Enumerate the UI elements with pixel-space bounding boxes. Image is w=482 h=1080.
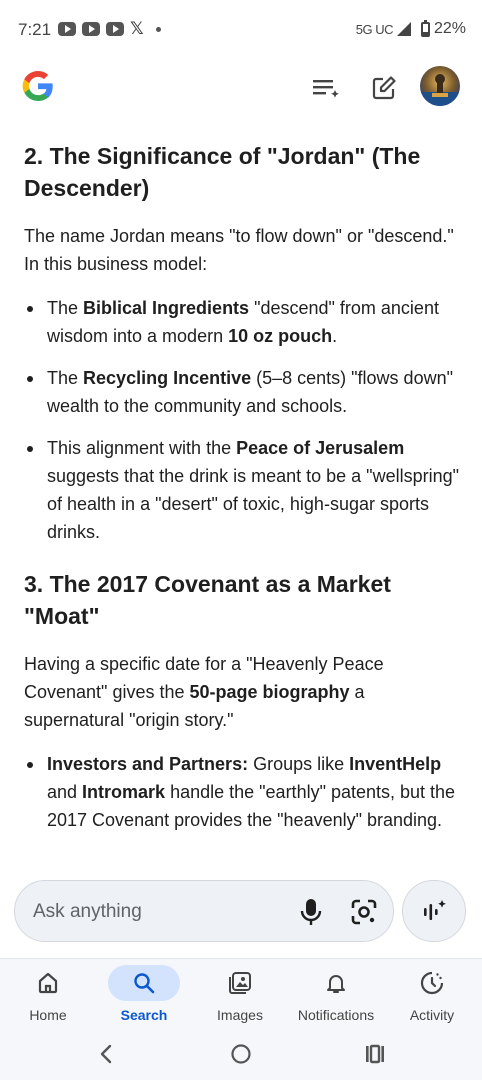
battery-icon <box>420 19 430 37</box>
status-bar: 7:21 𝕏 5G UC 22% <box>0 0 482 60</box>
bottom-nav: Home Search Images Notifications Activit… <box>0 958 482 1030</box>
back-icon[interactable] <box>96 1042 116 1066</box>
list-item: The Biblical Ingredients "descend" from … <box>24 294 464 350</box>
ai-mode-button[interactable] <box>402 880 466 942</box>
google-g-logo-icon[interactable] <box>20 68 56 104</box>
x-app-icon: 𝕏 <box>130 19 144 38</box>
notification-icons: 𝕏 <box>58 19 161 38</box>
more-notifications-dot-icon <box>155 26 161 32</box>
home-circle-icon[interactable] <box>230 1042 252 1066</box>
history-list-icon <box>313 80 339 98</box>
status-time: 7:21 <box>18 20 52 39</box>
network-type: 5G UC <box>355 21 394 37</box>
activity-icon <box>420 971 444 995</box>
new-chat-button[interactable] <box>368 72 400 104</box>
google-lens-icon[interactable] <box>349 897 379 927</box>
nav-notifications[interactable]: Notifications <box>288 959 384 1031</box>
status-right: 5G UC 22% <box>355 19 466 38</box>
ai-mode-icon <box>424 900 446 920</box>
battery-level: 22% <box>433 20 466 37</box>
nav-images[interactable]: Images <box>192 959 288 1031</box>
youtube-icon <box>58 22 76 36</box>
profile-avatar-icon <box>420 66 460 106</box>
signal-icon <box>396 22 411 36</box>
youtube-icon <box>106 22 124 36</box>
nav-label: Activity <box>409 1007 455 1023</box>
nav-label: Search <box>120 1007 168 1023</box>
content-fade <box>0 846 482 866</box>
list-item: The Recycling Incentive (5–8 cents) "flo… <box>24 364 464 420</box>
section-paragraph: Having a specific date for a "Heavenly P… <box>24 654 384 730</box>
images-icon <box>229 972 251 994</box>
nav-label: Images <box>217 1007 263 1023</box>
nav-label: Notifications <box>297 1007 375 1023</box>
system-nav-bar <box>0 1030 482 1080</box>
bullet-list: The Biblical Ingredients "descend" from … <box>24 294 464 546</box>
avatar[interactable] <box>420 66 460 106</box>
edit-icon <box>372 76 396 100</box>
section-heading: 3. The 2017 Covenant as a Market "Moat" <box>24 571 391 629</box>
list-item: Investors and Partners: Groups like Inve… <box>24 750 464 834</box>
nav-activity[interactable]: Activity <box>384 959 480 1031</box>
ask-input[interactable]: Ask anything <box>33 901 142 923</box>
app-header <box>0 60 482 116</box>
home-icon <box>38 972 58 994</box>
youtube-icon <box>82 22 100 36</box>
ask-input-bar[interactable]: Ask anything <box>14 880 394 942</box>
bell-icon <box>327 975 345 993</box>
recents-icon[interactable] <box>364 1042 386 1066</box>
nav-home[interactable]: Home <box>0 959 96 1031</box>
ai-response-content: 2. The Significance of "Jordan" (The Des… <box>24 140 464 866</box>
section-paragraph: The name Jordan means "to flow down" or … <box>24 226 454 274</box>
mic-icon[interactable] <box>297 897 325 927</box>
nav-search[interactable]: Search <box>96 959 192 1031</box>
nav-label: Home <box>29 1007 67 1023</box>
search-icon <box>134 973 155 994</box>
section-heading: 2. The Significance of "Jordan" (The Des… <box>24 143 421 201</box>
history-list-button[interactable] <box>310 72 342 104</box>
list-item: This alignment with the Peace of Jerusal… <box>24 434 464 546</box>
bullet-list: Investors and Partners: Groups like Inve… <box>24 750 464 834</box>
